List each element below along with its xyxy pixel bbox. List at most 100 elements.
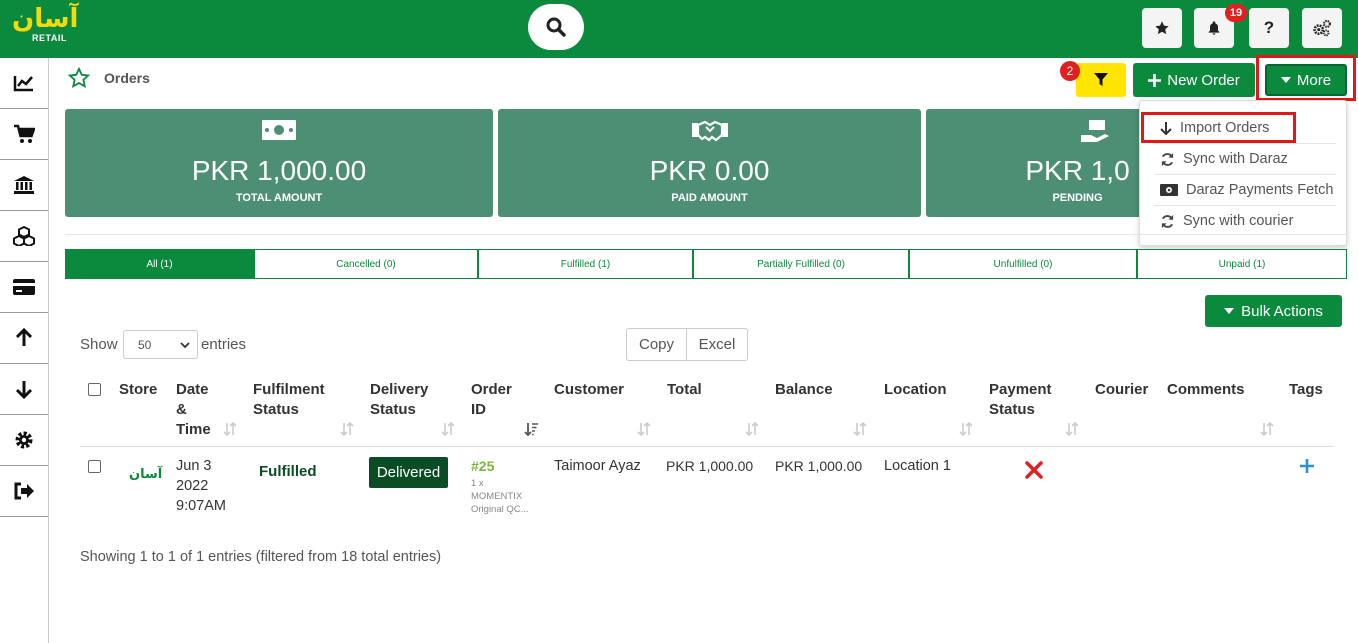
question-icon: ? xyxy=(1263,18,1275,37)
paid-amount-value: PKR 0.00 xyxy=(649,155,770,186)
sidebar-item-bank[interactable] xyxy=(0,160,48,211)
tab-unpaid[interactable]: Unpaid (1) xyxy=(1137,249,1347,279)
caret-down-icon xyxy=(1224,308,1235,314)
bank-icon xyxy=(14,176,34,194)
entries-select-value: 50 xyxy=(138,337,152,352)
more-label: More xyxy=(1296,71,1332,89)
sort-icon[interactable] xyxy=(1260,422,1274,436)
tab-cancelled[interactable]: Cancelled (0) xyxy=(254,249,478,279)
notification-badge: 19 xyxy=(1225,4,1247,22)
menu-item-daraz-payments[interactable]: Daraz Payments Fetch xyxy=(1160,176,1333,204)
sidebar-item-analytics[interactable] xyxy=(0,58,48,109)
sort-icon[interactable] xyxy=(1065,422,1079,436)
sort-icon[interactable] xyxy=(223,422,237,436)
table-header-divider xyxy=(80,446,1334,447)
menu-item-label: Daraz Payments Fetch xyxy=(1186,182,1334,198)
help-button[interactable]: ? xyxy=(1249,8,1289,48)
column-courier[interactable]: Courier xyxy=(1095,380,1148,400)
sidebar-item-upload[interactable] xyxy=(0,313,48,364)
sort-icon[interactable] xyxy=(637,422,651,436)
sidebar-item-payments[interactable] xyxy=(0,262,48,313)
plus-icon[interactable] xyxy=(1300,459,1314,473)
x-mark-icon xyxy=(1025,461,1043,479)
tab-fulfilled[interactable]: Fulfilled (1) xyxy=(478,249,693,279)
select-all-checkbox[interactable] xyxy=(88,383,101,396)
column-order-id[interactable]: Order ID xyxy=(471,380,512,420)
arrow-down-icon xyxy=(15,381,33,399)
sort-icon[interactable] xyxy=(959,422,973,436)
money-icon xyxy=(1160,184,1178,196)
store-logo: آسان xyxy=(129,467,163,482)
copy-button[interactable]: Copy xyxy=(626,328,687,361)
column-delivery-status[interactable]: Delivery Status xyxy=(370,380,428,420)
favorites-button[interactable] xyxy=(1142,8,1182,48)
column-comments[interactable]: Comments xyxy=(1167,380,1245,400)
column-tags[interactable]: Tags xyxy=(1289,380,1323,400)
tab-all[interactable]: All (1) xyxy=(65,249,254,279)
settings-button[interactable] xyxy=(1302,8,1342,48)
entries-label: entries xyxy=(201,336,247,353)
total-amount-label: TOTAL AMOUNT xyxy=(235,192,323,204)
sidebar xyxy=(0,58,49,643)
menu-divider xyxy=(1154,174,1336,175)
row-date-time: Jun 3 2022 9:07AM xyxy=(176,458,226,514)
sidebar-item-cart[interactable] xyxy=(0,109,48,160)
sidebar-item-download[interactable] xyxy=(0,364,48,415)
column-total[interactable]: Total xyxy=(667,380,702,400)
customer-name[interactable]: Taimoor Ayaz xyxy=(554,456,641,476)
filter-count-badge: 2 xyxy=(1060,61,1080,81)
sort-icon[interactable] xyxy=(340,422,354,436)
order-balance: PKR 1,000.00 xyxy=(775,458,863,474)
bell-icon xyxy=(1208,21,1220,35)
new-order-button[interactable]: New Order xyxy=(1133,63,1255,97)
app-logo[interactable]: آسان RETAIL xyxy=(10,4,79,50)
column-location[interactable]: Location xyxy=(884,380,947,400)
import-orders-highlight xyxy=(1141,112,1296,143)
table-info: Showing 1 to 1 of 1 entries (filtered fr… xyxy=(80,549,442,565)
excel-button[interactable]: Excel xyxy=(686,328,748,361)
logo-text: آسان xyxy=(12,4,79,34)
bulk-actions-button[interactable]: Bulk Actions xyxy=(1205,295,1342,327)
more-button[interactable]: More xyxy=(1265,64,1347,96)
favorite-star-icon[interactable] xyxy=(68,67,90,88)
menu-divider xyxy=(1154,143,1336,144)
entries-select[interactable]: 50 xyxy=(123,330,198,359)
cubes-icon xyxy=(13,226,35,246)
sort-icon[interactable] xyxy=(745,422,759,436)
handshake-icon xyxy=(691,120,728,142)
search-button[interactable] xyxy=(528,4,584,50)
sidebar-item-inventory[interactable] xyxy=(0,211,48,262)
star-icon xyxy=(1155,21,1169,35)
filter-button[interactable] xyxy=(1076,63,1126,97)
fulfilment-status: Fulfilled xyxy=(259,463,317,480)
column-date-time[interactable]: Date & Time xyxy=(176,380,211,440)
chevron-down-icon xyxy=(180,342,190,349)
tab-unfulfilled[interactable]: Unfulfilled (0) xyxy=(909,249,1137,279)
order-location: Location 1 xyxy=(884,458,951,474)
column-payment-status[interactable]: Payment Status xyxy=(989,380,1052,420)
row-checkbox[interactable] xyxy=(88,460,101,473)
top-bar: آسان RETAIL 19 ? xyxy=(0,0,1358,58)
column-fulfilment-status[interactable]: Fulfilment Status xyxy=(253,380,325,420)
plus-icon xyxy=(1148,73,1162,87)
sort-icon[interactable] xyxy=(441,422,455,436)
column-store[interactable]: Store xyxy=(119,380,157,400)
order-id-link[interactable]: #25 xyxy=(471,458,494,474)
menu-item-sync-courier[interactable]: Sync with courier xyxy=(1160,207,1293,235)
hand-money-icon xyxy=(1080,120,1109,142)
caret-down-icon xyxy=(1280,77,1291,83)
sort-desc-icon[interactable] xyxy=(524,422,539,436)
sign-out-icon xyxy=(14,482,34,500)
column-customer[interactable]: Customer xyxy=(554,380,624,400)
tab-partially-fulfilled[interactable]: Partially Fulfilled (0) xyxy=(693,249,909,279)
show-label: Show xyxy=(80,336,118,353)
menu-item-sync-daraz[interactable]: Sync with Daraz xyxy=(1160,145,1288,173)
new-order-label: New Order xyxy=(1167,71,1240,89)
logo-subtext: RETAIL xyxy=(32,33,67,43)
sort-icon[interactable] xyxy=(853,422,867,436)
arrow-up-icon xyxy=(15,328,33,346)
sidebar-item-settings[interactable] xyxy=(0,415,48,466)
column-balance[interactable]: Balance xyxy=(775,380,833,400)
sidebar-item-logout[interactable] xyxy=(0,466,48,517)
filter-icon xyxy=(1094,73,1108,86)
